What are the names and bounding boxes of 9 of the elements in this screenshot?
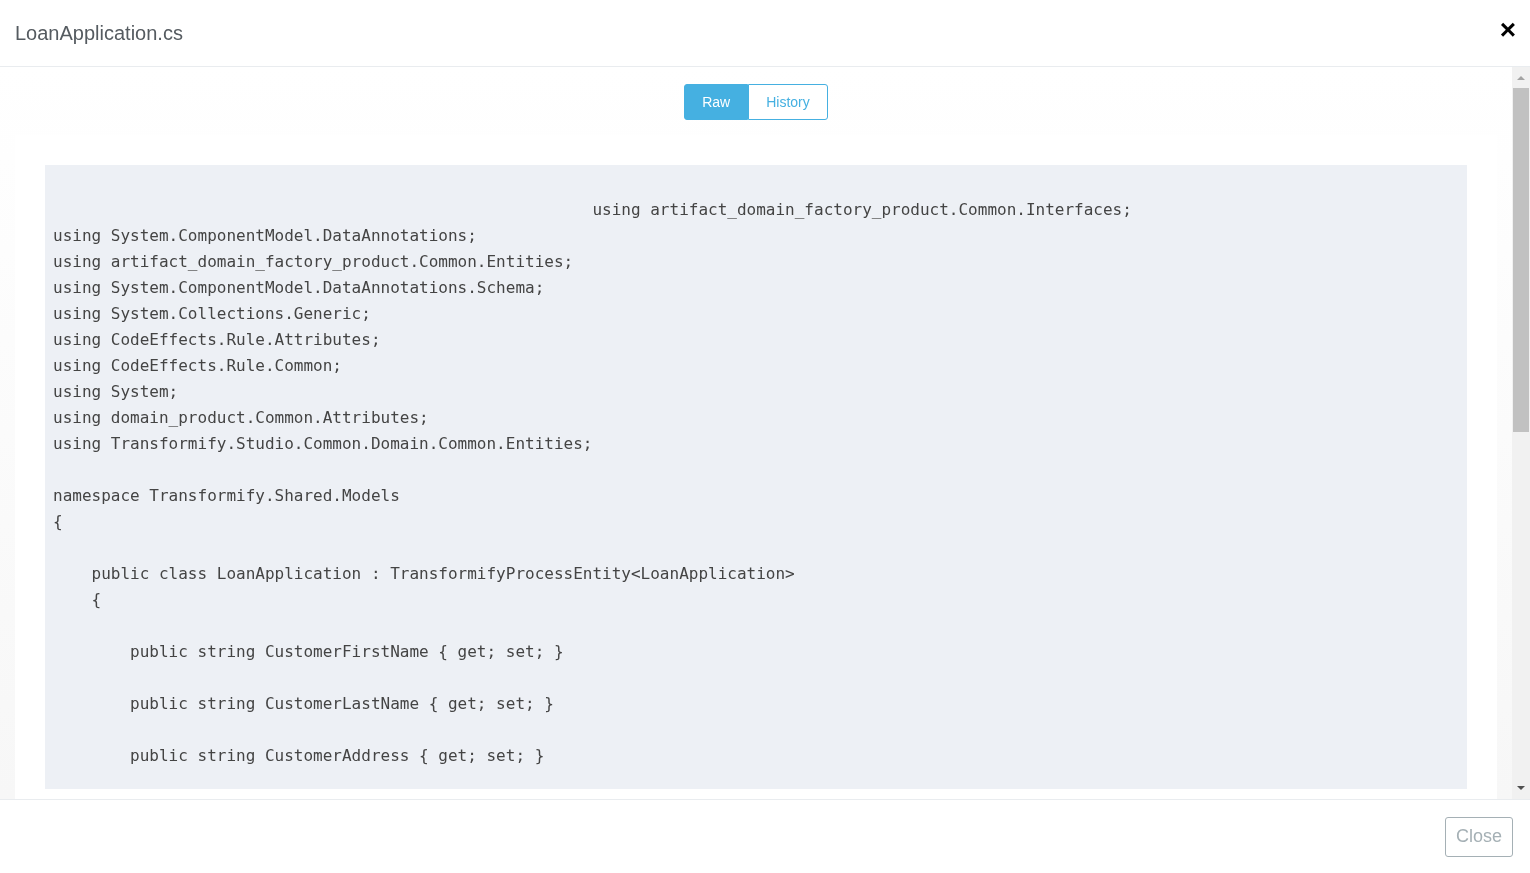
scroll-down-icon[interactable]: [1516, 783, 1526, 793]
code-block: using artifact_domain_factory_product.Common.Interfaces; using System.ComponentModel.DataAnnotations; using artifact_domain_factory_product.Common.Entities; using System.ComponentModel.DataAnnotations.Schema; using System.Collections.Generic; using CodeEffects.Rule.Attributes; using CodeEffects.Rule.Common; using System; using domain_product.Common.Attributes; using Transformify.Studio.Common.Domain.Common.Entities; namespace Transformify.Shared.Models { public class LoanApplication : TransformifyProcessEntity<LoanApplication> { public string CustomerFirstName { get; set; } public string CustomerLastName { get; set; } public string CustomerAddress { get; set; }: [45, 165, 1467, 789]
scrollbar[interactable]: [1512, 67, 1530, 799]
dialog-title: LoanApplication.cs: [15, 21, 183, 46]
close-button[interactable]: Close: [1444, 816, 1513, 857]
scrollbar-thumb[interactable]: [1513, 88, 1529, 432]
scroll-up-icon[interactable]: [1516, 73, 1526, 83]
view-tab[interactable]: Raw: [684, 84, 749, 120]
view-tab[interactable]: History: [748, 84, 828, 120]
